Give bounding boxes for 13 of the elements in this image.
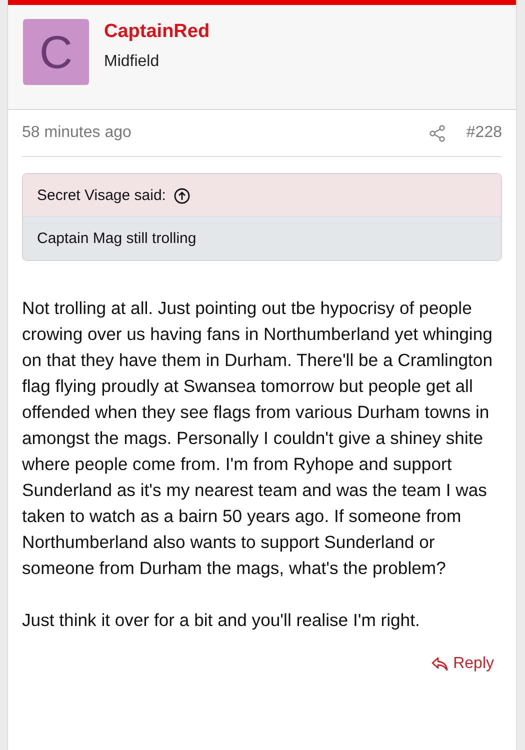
post-paragraph: Just think it over for a bit and you'll realise I'm right. — [22, 609, 421, 632]
quote-text: Captain Mag still trolling — [23, 217, 501, 260]
quote-attribution: Secret Visage said: — [37, 187, 166, 204]
post-paragraph: Not trolling at all. Just pointing out tbe hypocrisy of people crowing over us having fans in Northumberland yet whinging on that they have them in Durham. There'll be a Cramlington flag flying proudly at Swansea tomorrow but people get all offended when they see flags from various Durham towns in amongst the mags. Personally I couldn't give a shiney shite where people come from. I'm from Ryhope and support Sunderland as it's my nearest team and was the team I was taken to watch as a bairn 50 years ago. If someone from Northumberland also wants to support Sunderland or someone from Durham the mags, what's the problem? — [22, 297, 494, 580]
username[interactable]: CaptainRed — [104, 21, 210, 43]
jump-up-icon[interactable] — [174, 188, 190, 204]
reply-button[interactable]: Reply — [431, 655, 494, 673]
user-avatar[interactable]: C — [23, 19, 89, 85]
user-title: Midfield — [104, 53, 160, 71]
reply-icon — [431, 656, 450, 672]
post-number[interactable]: #228 — [466, 124, 502, 142]
share-icon[interactable] — [429, 124, 446, 142]
post-time[interactable]: 58 minutes ago — [22, 124, 430, 142]
